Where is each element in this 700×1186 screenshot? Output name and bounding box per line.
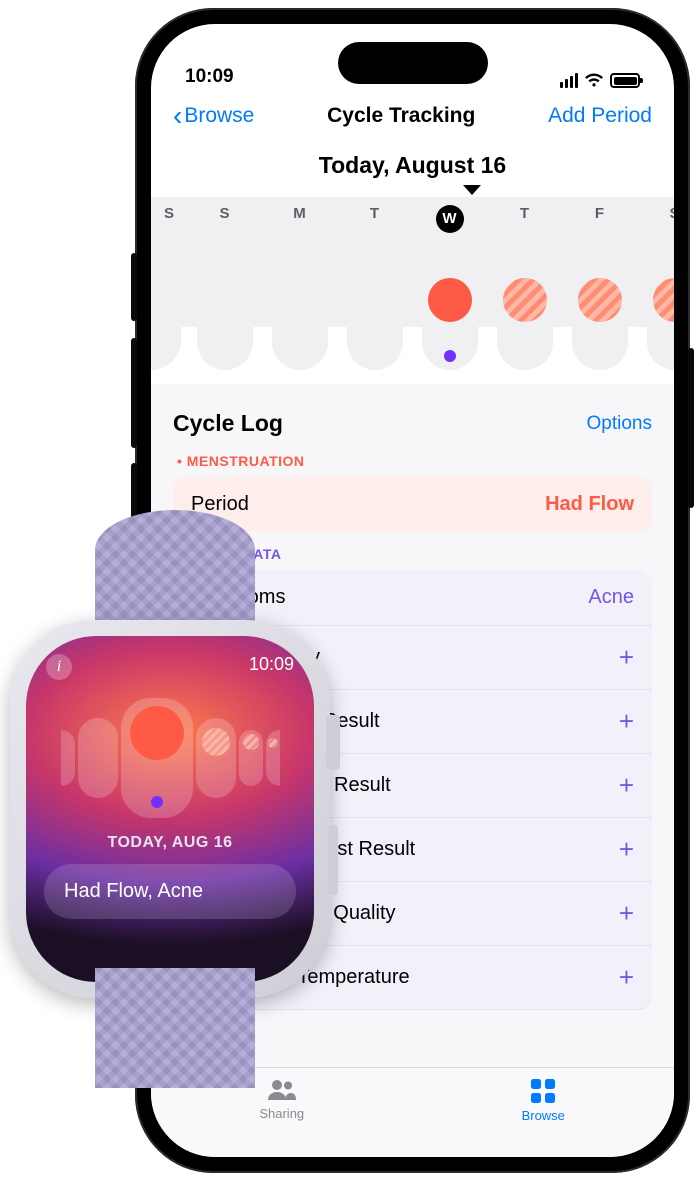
weekday-label: T (370, 205, 379, 222)
cycle-day[interactable] (497, 272, 553, 370)
weekday-label: T (520, 205, 529, 222)
cycle-day[interactable] (151, 272, 181, 370)
menstruation-section-label: MENSTRUATION (173, 439, 652, 477)
page-title: Cycle Tracking (327, 104, 475, 128)
weekday-label-selected: W (436, 205, 464, 233)
watch-side-button (328, 825, 338, 895)
options-button[interactable]: Options (587, 413, 652, 435)
add-icon: + (619, 962, 634, 993)
tab-label: Sharing (259, 1106, 304, 1121)
status-time: 10:09 (185, 66, 234, 88)
date-caret-icon (463, 185, 481, 195)
weekday-label: S (669, 205, 674, 222)
cycle-day-selected[interactable] (121, 698, 193, 818)
cycle-day[interactable] (78, 718, 118, 798)
add-icon: + (619, 706, 634, 737)
dynamic-island (338, 42, 488, 84)
add-icon: + (619, 642, 634, 673)
weekday-label: S (219, 205, 229, 222)
add-icon: + (619, 898, 634, 929)
period-dot-icon (130, 706, 184, 760)
tab-browse[interactable]: Browse (483, 1078, 603, 1123)
weekday-label: S (164, 205, 174, 222)
cycle-day-selected[interactable] (422, 272, 478, 370)
period-predicted-dot-icon (243, 734, 259, 750)
watch-case: i 10:09 TODAY, AUG (10, 620, 330, 998)
nav-bar: ‹ Browse Cycle Tracking Add Period (151, 94, 674, 142)
cycle-day[interactable] (347, 272, 403, 370)
cycle-day[interactable] (266, 730, 280, 786)
current-date-heading: Today, August 16 (151, 142, 674, 183)
phone-silent-switch (131, 253, 137, 321)
watch-log-chip[interactable]: Had Flow, Acne (44, 864, 296, 919)
period-predicted-dot-icon (268, 738, 278, 748)
watch-date: TODAY, AUG 16 (26, 834, 314, 852)
cycle-log-title: Cycle Log (173, 410, 283, 437)
cycle-day[interactable] (647, 272, 675, 370)
watch-cycle-pills[interactable] (26, 698, 314, 818)
period-predicted-dot-icon (653, 278, 675, 322)
watch-time: 10:09 (249, 654, 294, 680)
period-predicted-dot-icon (578, 278, 622, 322)
tab-label: Browse (522, 1108, 565, 1123)
add-period-button[interactable]: Add Period (548, 104, 652, 128)
row-value: Acne (588, 586, 634, 609)
period-predicted-dot-icon (503, 278, 547, 322)
wifi-icon (584, 73, 604, 88)
cycle-day[interactable] (272, 272, 328, 370)
add-icon: + (619, 770, 634, 801)
phone-volume-up (131, 338, 137, 448)
watch-screen: i 10:09 TODAY, AUG (26, 636, 314, 982)
weekday-label: F (595, 205, 604, 222)
info-button[interactable]: i (46, 654, 72, 680)
back-label: Browse (184, 104, 254, 128)
cycle-day-pills[interactable] (151, 272, 674, 384)
chevron-left-icon: ‹ (173, 106, 182, 126)
cycle-day[interactable] (61, 730, 75, 786)
battery-icon (610, 73, 640, 88)
watch-band-bottom (95, 968, 255, 1088)
digital-crown (326, 715, 340, 770)
row-value: Had Flow (545, 493, 634, 516)
grid-icon (530, 1078, 556, 1104)
weekday-label: M (293, 205, 306, 222)
cycle-day[interactable] (572, 272, 628, 370)
period-row[interactable]: Period Had Flow (173, 477, 652, 532)
people-icon (267, 1078, 297, 1102)
data-logged-dot-icon (444, 350, 456, 362)
back-button[interactable]: ‹ Browse (173, 104, 254, 128)
data-logged-dot-icon (151, 796, 163, 808)
cycle-day[interactable] (197, 272, 253, 370)
cycle-day[interactable] (239, 730, 263, 786)
cellular-icon (560, 73, 579, 88)
add-icon: + (619, 834, 634, 865)
period-dot-icon (428, 278, 472, 322)
phone-side-button (688, 348, 694, 508)
cycle-day[interactable] (196, 718, 236, 798)
apple-watch: i 10:09 TODAY, AUG (10, 530, 340, 998)
period-predicted-dot-icon (202, 728, 230, 756)
